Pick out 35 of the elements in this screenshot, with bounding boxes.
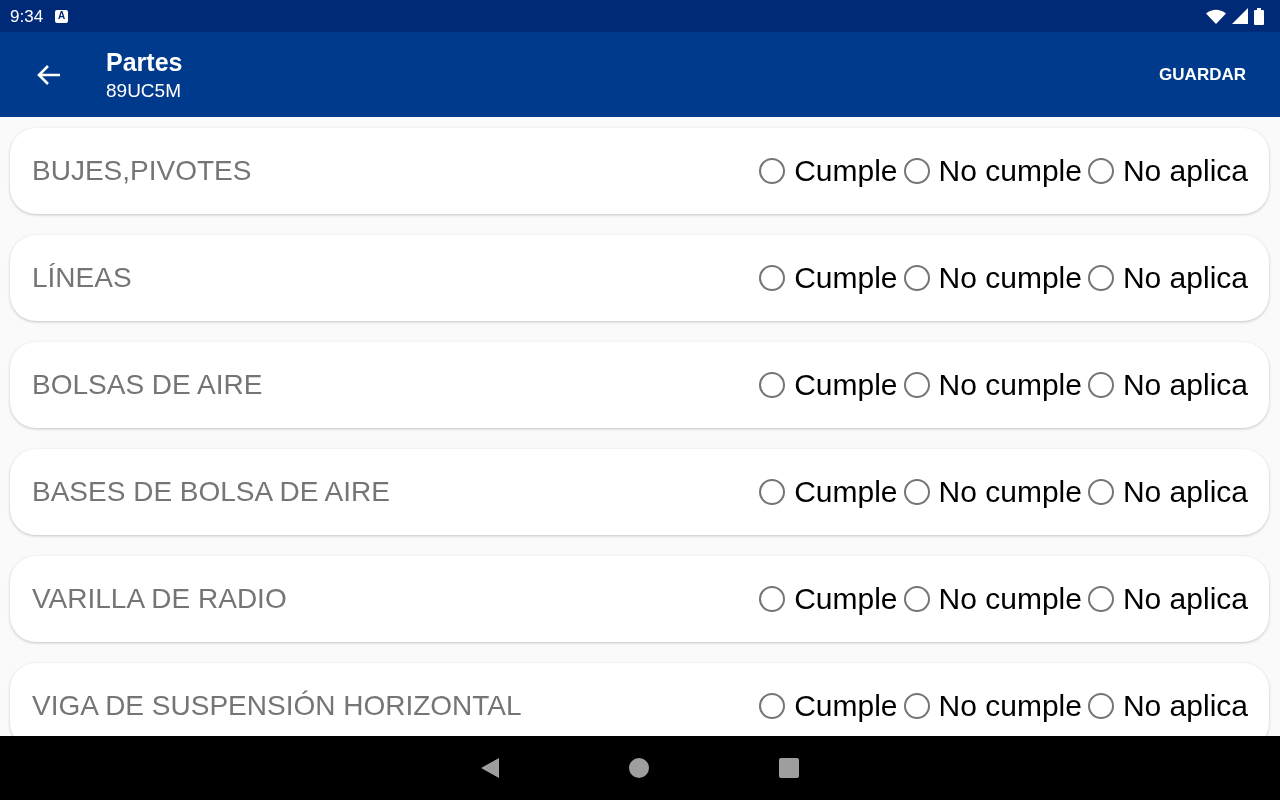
radio-option[interactable]: No cumple — [903, 156, 1082, 186]
back-icon[interactable] — [481, 758, 499, 778]
part-label: LÍNEAS — [32, 261, 132, 295]
radio-option[interactable]: Cumple — [759, 691, 898, 721]
radio-option[interactable]: No aplica — [1087, 584, 1248, 614]
radio-option[interactable]: Cumple — [759, 584, 898, 614]
radio-option[interactable]: Cumple — [759, 156, 898, 186]
part-label: BOLSAS DE AIRE — [32, 368, 263, 402]
part-label: BUJES,PIVOTES — [32, 154, 252, 188]
save-button[interactable]: GUARDAR — [1153, 53, 1252, 96]
radio-option[interactable]: No aplica — [1087, 263, 1248, 293]
radio-option[interactable]: No aplica — [1087, 156, 1248, 186]
radio-option[interactable]: No cumple — [903, 691, 1082, 721]
radio-option[interactable]: Cumple — [759, 370, 898, 400]
wifi-icon — [1206, 8, 1226, 24]
radio-option[interactable]: No aplica — [1087, 477, 1248, 507]
signal-icon — [1232, 8, 1248, 24]
notification-icon: A — [55, 9, 69, 23]
radio-option[interactable]: Cumple — [759, 263, 898, 293]
radio-option[interactable]: No cumple — [903, 584, 1082, 614]
part-label: VARILLA DE RADIO — [32, 582, 287, 616]
radio-option[interactable]: Cumple — [759, 477, 898, 507]
screen-subtitle: 89UC5M — [106, 78, 182, 103]
radio-option[interactable]: No cumple — [903, 370, 1082, 400]
part-label: BASES DE BOLSA DE AIRE — [32, 475, 390, 509]
radio-option[interactable]: No cumple — [903, 477, 1082, 507]
status-time: 9:34 — [10, 7, 44, 25]
part-label: VIGA DE SUSPENSIÓN HORIZONTAL — [32, 689, 522, 723]
back-arrow-icon — [37, 63, 61, 86]
home-icon[interactable] — [629, 758, 649, 778]
radio-option[interactable]: No aplica — [1087, 691, 1248, 721]
radio-option[interactable]: No aplica — [1087, 370, 1248, 400]
battery-icon — [1254, 7, 1264, 25]
screen-title: Partes — [106, 46, 184, 77]
radio-option[interactable]: No cumple — [903, 263, 1082, 293]
